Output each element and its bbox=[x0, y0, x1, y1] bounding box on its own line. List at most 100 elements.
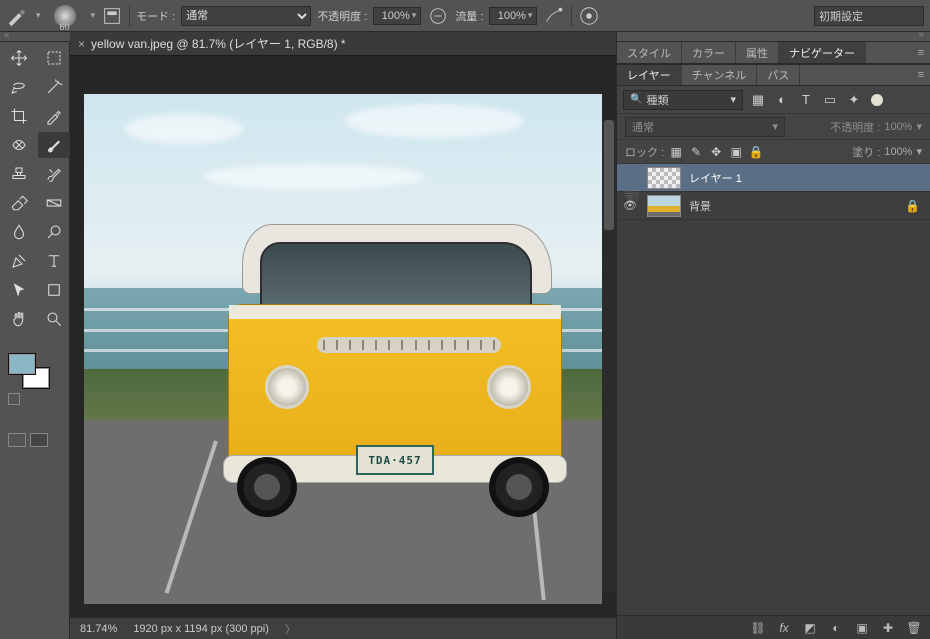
gradient-tool[interactable] bbox=[38, 190, 70, 216]
chevron-down-icon: ▾ bbox=[528, 10, 533, 21]
blend-mode-select[interactable]: 通常 bbox=[181, 6, 311, 26]
lock-pixels-icon[interactable]: ✎ bbox=[688, 144, 704, 160]
opacity-field[interactable]: 100%▾ bbox=[373, 7, 421, 25]
crop-tool[interactable] bbox=[3, 103, 35, 129]
patch-tool[interactable] bbox=[3, 132, 35, 158]
filter-smart-icon[interactable]: ✦ bbox=[845, 91, 863, 109]
brush-tool[interactable] bbox=[38, 132, 70, 158]
layer-name[interactable]: 背景 bbox=[689, 198, 711, 214]
brush-preview[interactable]: 60 bbox=[47, 2, 83, 30]
canvas[interactable]: TDA·457 bbox=[84, 94, 602, 604]
tab-paths[interactable]: パス bbox=[757, 65, 800, 85]
history-brush-tool[interactable] bbox=[38, 161, 70, 187]
chevron-down-icon[interactable]: ▾ bbox=[36, 10, 41, 21]
chevron-down-icon[interactable]: ▾ bbox=[916, 145, 922, 158]
brush-panel-icon[interactable] bbox=[101, 5, 123, 27]
lock-transparency-icon[interactable]: ▦ bbox=[668, 144, 684, 160]
pressure-opacity-icon[interactable] bbox=[427, 5, 449, 27]
tab-navigator[interactable]: ナビゲーター bbox=[779, 42, 866, 63]
path-select-tool[interactable] bbox=[3, 277, 35, 303]
tab-style[interactable]: スタイル bbox=[617, 42, 682, 63]
layer-thumbnail[interactable] bbox=[647, 167, 681, 189]
blur-tool[interactable] bbox=[3, 219, 35, 245]
flow-field[interactable]: 100%▾ bbox=[489, 7, 537, 25]
zoom-tool[interactable] bbox=[38, 306, 70, 332]
quickmask-mode-icon[interactable] bbox=[30, 433, 48, 447]
stamp-tool[interactable] bbox=[3, 161, 35, 187]
filter-pixel-icon[interactable]: ▦ bbox=[749, 91, 767, 109]
tab-layers[interactable]: レイヤー bbox=[617, 65, 682, 85]
layers-list: レイヤー 1👁背景🔒 bbox=[617, 164, 930, 220]
tool-preset-select[interactable]: 初期設定 bbox=[814, 6, 924, 26]
panel-menu-icon[interactable]: ≡ bbox=[912, 65, 930, 85]
color-swatches[interactable] bbox=[0, 353, 69, 403]
flow-label: 流量 : bbox=[455, 8, 483, 24]
tab-properties[interactable]: 属性 bbox=[736, 42, 779, 63]
filter-toggle-icon[interactable] bbox=[871, 94, 883, 106]
standard-mode-icon[interactable] bbox=[8, 433, 26, 447]
layer-filter-kind[interactable]: 🔍 種類 ▾ bbox=[623, 90, 743, 110]
chevron-down-icon[interactable]: ▾ bbox=[916, 120, 922, 133]
airbrush-icon[interactable] bbox=[543, 5, 565, 27]
lasso-tool[interactable] bbox=[3, 74, 35, 100]
pressure-size-icon[interactable] bbox=[578, 5, 600, 27]
layer-thumbnail[interactable] bbox=[647, 195, 681, 217]
new-layer-icon[interactable]: ✚ bbox=[880, 621, 896, 635]
visibility-toggle[interactable] bbox=[621, 169, 639, 187]
layer-opacity-value[interactable]: 100% bbox=[884, 121, 912, 133]
fill-value[interactable]: 100% bbox=[884, 146, 912, 158]
panel-menu-icon[interactable]: ≡ bbox=[912, 42, 930, 63]
layer-blend-mode[interactable]: 通常▾ bbox=[625, 117, 785, 137]
foreground-color-swatch[interactable] bbox=[8, 353, 36, 375]
document-tab[interactable]: × yellow van.jpeg @ 81.7% (レイヤー 1, RGB/8… bbox=[70, 32, 616, 56]
filter-shape-icon[interactable]: ▭ bbox=[821, 91, 839, 109]
layer-mask-icon[interactable]: ◩ bbox=[802, 621, 818, 635]
filter-type-icon[interactable]: T bbox=[797, 91, 815, 109]
adjustment-layer-icon[interactable]: ◐ bbox=[828, 621, 844, 635]
tab-color[interactable]: カラー bbox=[682, 42, 736, 63]
layers-footer: ⛓ fx ◩ ◐ ▣ ✚ 🗑 bbox=[617, 615, 930, 639]
tab-channels[interactable]: チャンネル bbox=[682, 65, 758, 85]
zoom-readout[interactable]: 81.74% bbox=[80, 623, 117, 635]
hand-tool[interactable] bbox=[3, 306, 35, 332]
fill-label: 塗り : bbox=[852, 144, 880, 160]
shape-tool[interactable] bbox=[38, 277, 70, 303]
link-layers-icon[interactable]: ⛓ bbox=[750, 621, 766, 635]
canvas-viewport[interactable]: TDA·457 bbox=[70, 56, 616, 617]
right-panel-dock: スタイル カラー 属性 ナビゲーター ≡ レイヤー チャンネル パス ≡ 🔍 種… bbox=[616, 32, 930, 639]
license-plate: TDA·457 bbox=[356, 445, 434, 475]
upper-tab-row: スタイル カラー 属性 ナビゲーター ≡ bbox=[617, 42, 930, 64]
tool-preset-icon[interactable] bbox=[6, 5, 28, 27]
visibility-toggle[interactable]: 👁 bbox=[621, 197, 639, 215]
layer-group-icon[interactable]: ▣ bbox=[854, 621, 870, 635]
layer-row[interactable]: レイヤー 1 bbox=[617, 164, 930, 192]
delete-layer-icon[interactable]: 🗑 bbox=[906, 621, 922, 635]
type-tool[interactable] bbox=[38, 248, 70, 274]
collapse-strip[interactable] bbox=[617, 32, 930, 42]
layer-fx-icon[interactable]: fx bbox=[776, 621, 792, 635]
brush-size-value: 60 bbox=[60, 22, 70, 32]
magic-wand-tool[interactable] bbox=[38, 74, 70, 100]
vertical-scrollbar[interactable] bbox=[602, 120, 616, 593]
default-colors-icon[interactable] bbox=[8, 393, 20, 405]
lock-position-icon[interactable]: ✥ bbox=[708, 144, 724, 160]
tool-panel bbox=[0, 42, 70, 639]
chevron-down-icon: ▾ bbox=[412, 10, 417, 21]
move-tool[interactable] bbox=[3, 45, 35, 71]
dimensions-readout[interactable]: 1920 px x 1194 px (300 ppi) bbox=[133, 623, 269, 635]
lock-all-icon[interactable]: 🔒 bbox=[748, 144, 764, 160]
pen-tool[interactable] bbox=[3, 248, 35, 274]
dodge-tool[interactable] bbox=[38, 219, 70, 245]
status-menu-icon[interactable]: 〉 bbox=[285, 621, 296, 637]
close-tab-icon[interactable]: × bbox=[78, 37, 85, 51]
eyedropper-tool[interactable] bbox=[38, 103, 70, 129]
blend-opacity-row: 通常▾ 不透明度 : 100% ▾ bbox=[617, 114, 930, 140]
lock-label: ロック : bbox=[625, 144, 664, 160]
eraser-tool[interactable] bbox=[3, 190, 35, 216]
marquee-tool[interactable] bbox=[38, 45, 70, 71]
layer-row[interactable]: 👁背景🔒 bbox=[617, 192, 930, 220]
layer-name[interactable]: レイヤー 1 bbox=[689, 170, 742, 186]
chevron-down-icon[interactable]: ▾ bbox=[91, 10, 96, 21]
filter-adjust-icon[interactable]: ◐ bbox=[773, 91, 791, 109]
lock-artboard-icon[interactable]: ▣ bbox=[728, 144, 744, 160]
